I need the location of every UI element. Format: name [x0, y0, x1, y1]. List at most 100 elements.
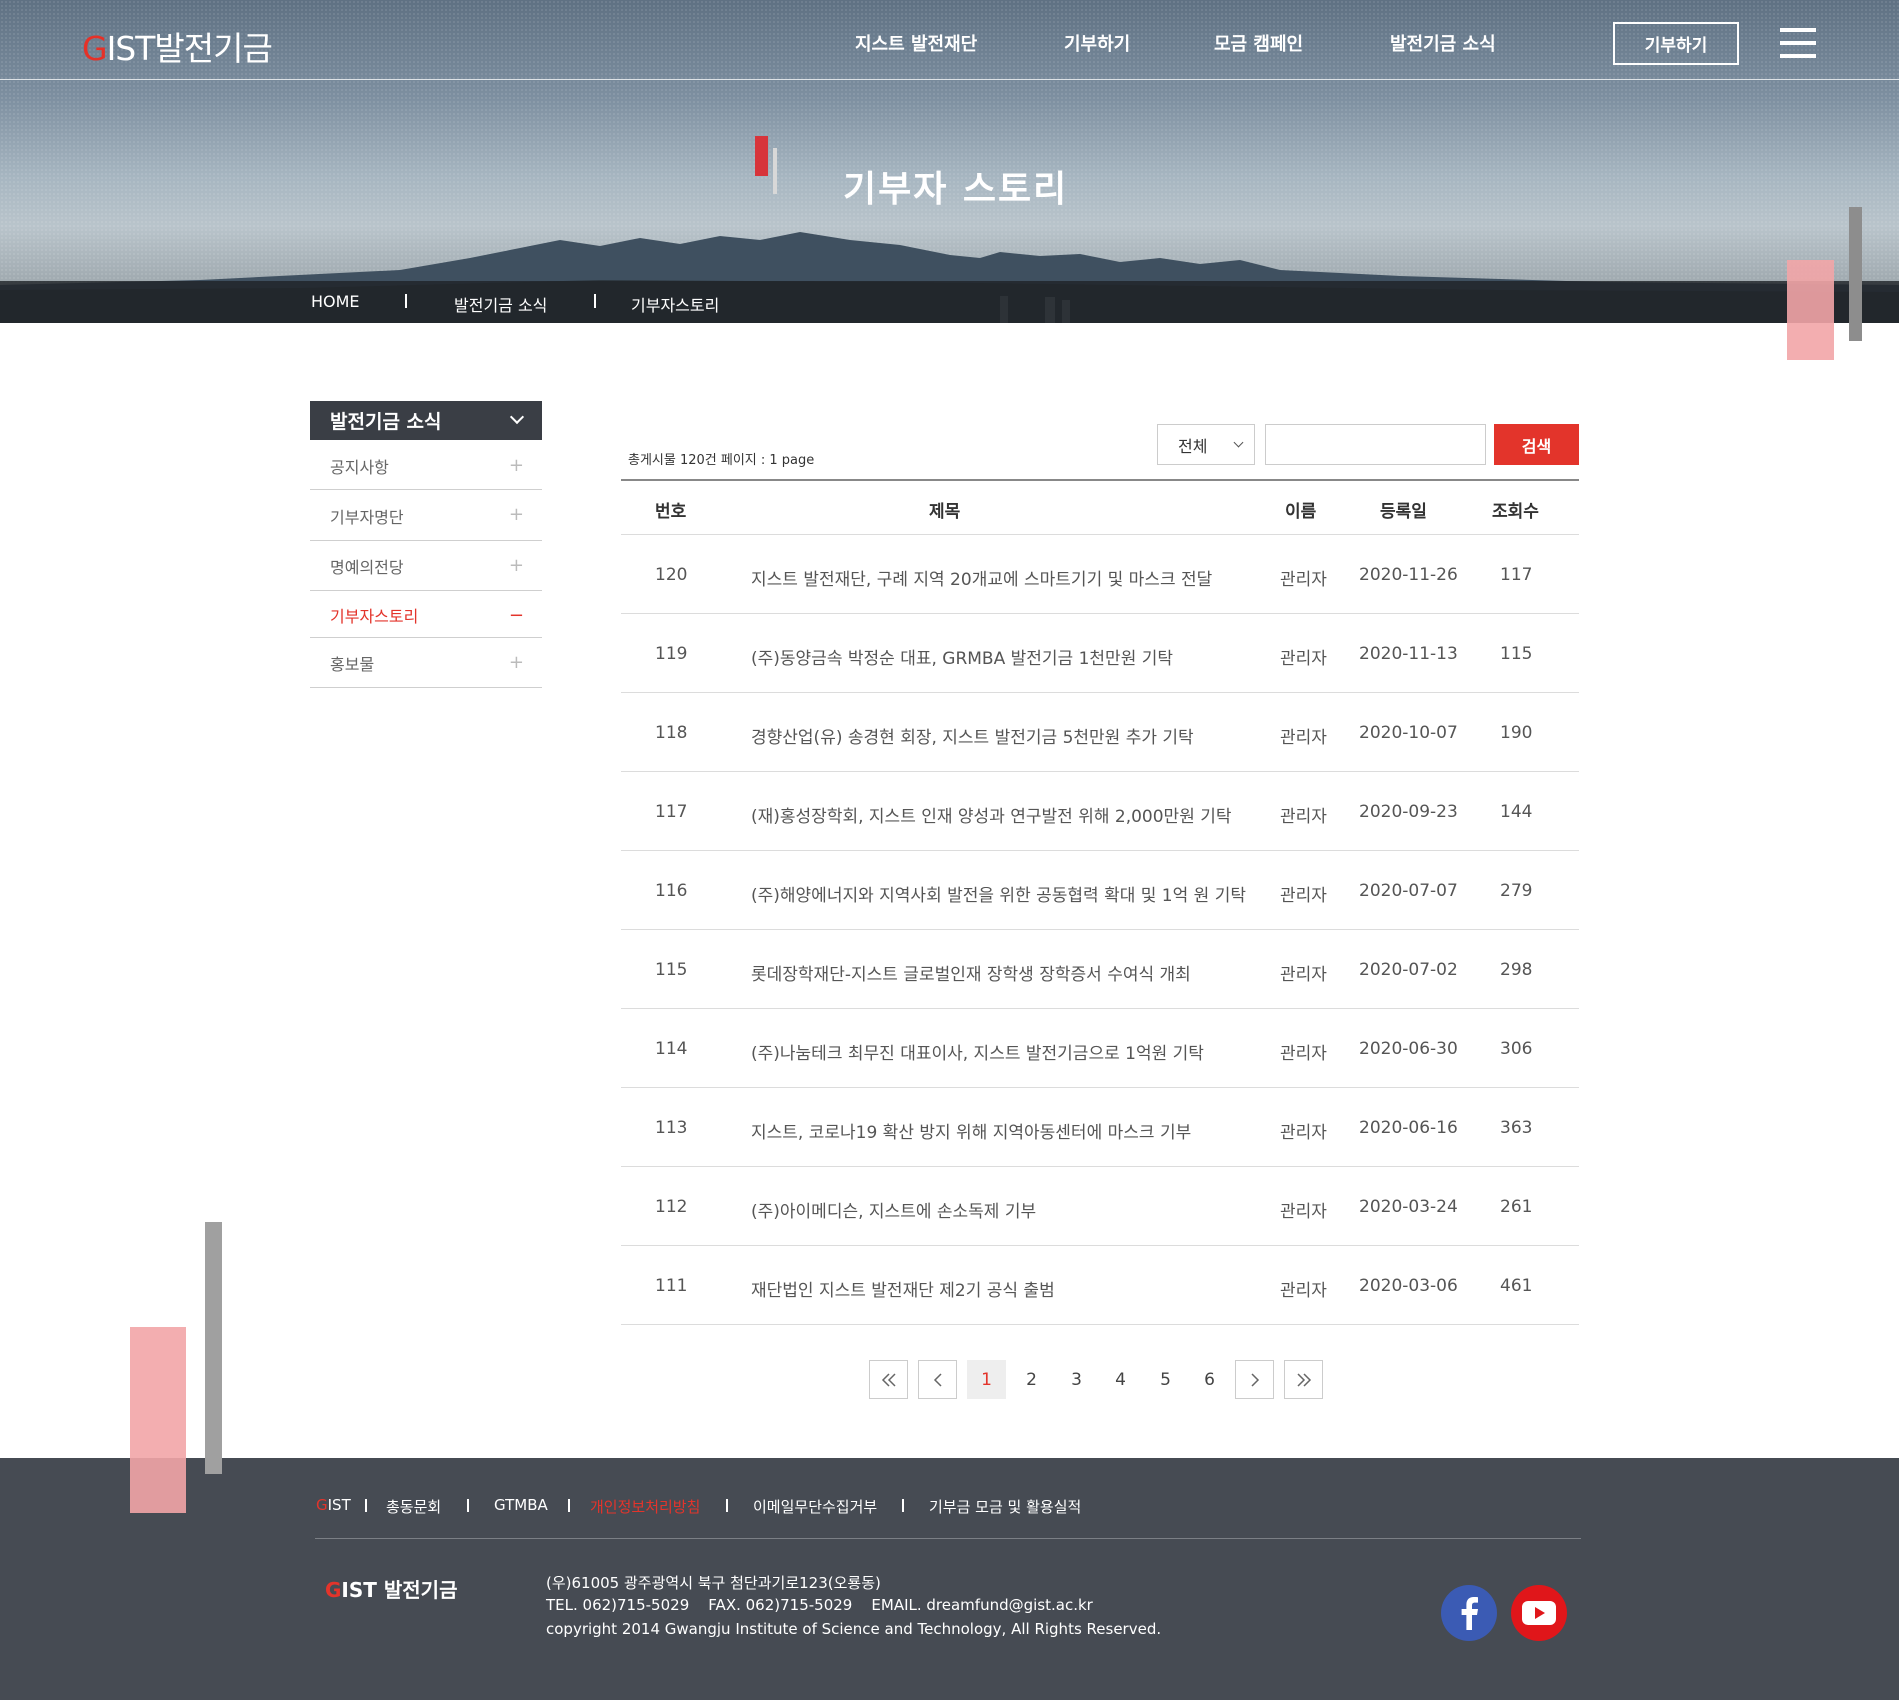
- row-views: 279: [1500, 881, 1533, 901]
- sidebar-item-promotion[interactable]: 홍보물 +: [310, 639, 542, 688]
- page-number[interactable]: 4: [1101, 1360, 1140, 1399]
- row-author: 관리자: [1280, 1123, 1327, 1143]
- row-author: 관리자: [1280, 807, 1327, 827]
- table-row[interactable]: 117 (재)홍성장학회, 지스트 인재 양성과 연구발전 위해 2,000만원…: [621, 772, 1579, 851]
- row-author: 관리자: [1280, 1044, 1327, 1064]
- menu-icon[interactable]: [1780, 28, 1816, 58]
- nav-news[interactable]: 발전기금 소식: [1390, 30, 1496, 56]
- search-filter-select[interactable]: 전체: [1157, 424, 1255, 465]
- footer-logo: GIST 발전기금: [325, 1578, 458, 1602]
- column-header-date: 등록일: [1380, 502, 1427, 522]
- search-button[interactable]: 검색: [1494, 424, 1579, 465]
- breadcrumb-separator: [594, 294, 596, 308]
- row-title-link[interactable]: 경향산업(유) 송경현 회장, 지스트 발전기금 5천만원 추가 기탁: [751, 723, 1194, 748]
- table-header: [621, 481, 1579, 535]
- row-title-link[interactable]: 롯데장학재단-지스트 글로벌인재 장학생 장학증서 수여식 개최: [751, 960, 1191, 985]
- sidebar-item-label: 공지사항: [330, 457, 389, 477]
- column-header-views: 조회수: [1492, 502, 1539, 522]
- row-date: 2020-07-02: [1359, 960, 1458, 980]
- plus-icon: +: [508, 652, 524, 673]
- row-author: 관리자: [1280, 570, 1327, 590]
- row-date: 2020-06-16: [1359, 1118, 1458, 1138]
- footer-separator: [902, 1499, 904, 1512]
- footer-link-gtmba[interactable]: GTMBA: [494, 1496, 548, 1514]
- table-row[interactable]: 120 지스트 발전재단, 구례 지역 20개교에 스마트기기 및 마스크 전달…: [621, 535, 1579, 614]
- sidebar-item-hall-of-fame[interactable]: 명예의전당 +: [310, 542, 542, 591]
- breadcrumb-news[interactable]: 발전기금 소식: [454, 292, 547, 316]
- footer-divider: [315, 1538, 1581, 1539]
- table-row[interactable]: 116 (주)해양에너지와 지역사회 발전을 위한 공동협력 확대 및 1억 원…: [621, 851, 1579, 930]
- deco-block-pink: [1787, 260, 1834, 360]
- table-row[interactable]: 119 (주)동양금속 박정순 대표, GRMBA 발전기금 1천만원 기탁 관…: [621, 614, 1579, 693]
- table-row[interactable]: 114 (주)나눔테크 최무진 대표이사, 지스트 발전기금으로 1억원 기탁 …: [621, 1009, 1579, 1088]
- footer-separator: [467, 1499, 469, 1512]
- page-number-current[interactable]: 1: [967, 1360, 1006, 1399]
- chevron-down-icon: [509, 409, 525, 425]
- sidebar-item-donor-list[interactable]: 기부자명단 +: [310, 491, 542, 541]
- footer-link-email-refusal[interactable]: 이메일무단수집거부: [753, 1496, 877, 1517]
- table-row[interactable]: 112 (주)아이메디슨, 지스트에 손소독제 기부 관리자 2020-03-2…: [621, 1167, 1579, 1246]
- footer-link-alumni[interactable]: 총동문회: [386, 1496, 441, 1517]
- row-date: 2020-11-26: [1359, 565, 1458, 585]
- sidebar-item-donor-story[interactable]: 기부자스토리 −: [310, 592, 542, 638]
- table-row[interactable]: 113 지스트, 코로나19 확산 방지 위해 지역아동센터에 마스크 기부 관…: [621, 1088, 1579, 1167]
- breadcrumb: [0, 281, 1899, 323]
- row-author: 관리자: [1280, 649, 1327, 669]
- hero-banner: GIST발전기금 지스트 발전재단 기부하기 모금 캠페인 발전기금 소식 기부…: [0, 0, 1899, 323]
- row-date: 2020-10-07: [1359, 723, 1458, 743]
- row-views: 117: [1500, 565, 1533, 585]
- row-author: 관리자: [1280, 965, 1327, 985]
- next-page-icon[interactable]: [1235, 1360, 1274, 1399]
- sidebar-header[interactable]: 발전기금 소식: [310, 401, 542, 440]
- row-date: 2020-07-07: [1359, 881, 1458, 901]
- donate-button[interactable]: 기부하기: [1613, 22, 1739, 65]
- prev-page-icon[interactable]: [918, 1360, 957, 1399]
- breadcrumb-current[interactable]: 기부자스토리: [631, 292, 719, 316]
- row-views: 461: [1500, 1276, 1533, 1296]
- row-title-link[interactable]: (주)아이메디슨, 지스트에 손소독제 기부: [751, 1197, 1036, 1222]
- sidebar-item-notice[interactable]: 공지사항 +: [310, 442, 542, 490]
- page-number[interactable]: 6: [1190, 1360, 1229, 1399]
- chevron-down-icon: [1233, 437, 1244, 448]
- row-author: 관리자: [1280, 1202, 1327, 1222]
- row-title-link[interactable]: 재단법인 지스트 발전재단 제2기 공식 출범: [751, 1276, 1055, 1301]
- row-number: 120: [655, 565, 688, 585]
- table-row[interactable]: 118 경향산업(유) 송경현 회장, 지스트 발전기금 5천만원 추가 기탁 …: [621, 693, 1579, 772]
- site-logo[interactable]: GIST발전기금: [82, 22, 273, 70]
- footer-link-fund-results[interactable]: 기부금 모금 및 활용실적: [929, 1496, 1081, 1517]
- last-page-icon[interactable]: [1284, 1360, 1323, 1399]
- first-page-icon[interactable]: [869, 1360, 908, 1399]
- row-title-link[interactable]: (주)해양에너지와 지역사회 발전을 위한 공동협력 확대 및 1억 원 기탁: [751, 881, 1246, 906]
- nav-foundation[interactable]: 지스트 발전재단: [855, 30, 977, 56]
- row-views: 261: [1500, 1197, 1533, 1217]
- footer-link-gist[interactable]: GIST: [316, 1496, 351, 1514]
- page-number[interactable]: 2: [1012, 1360, 1051, 1399]
- youtube-icon[interactable]: [1511, 1585, 1567, 1641]
- row-title-link[interactable]: 지스트, 코로나19 확산 방지 위해 지역아동센터에 마스크 기부: [751, 1118, 1191, 1143]
- page-number[interactable]: 5: [1146, 1360, 1185, 1399]
- footer-contact: TEL. 062)715-5029 FAX. 062)715-5029 EMAI…: [546, 1596, 1093, 1614]
- breadcrumb-separator: [405, 294, 407, 308]
- sidebar-item-label: 홍보물: [330, 655, 375, 674]
- row-date: 2020-11-13: [1359, 644, 1458, 664]
- nav-donate[interactable]: 기부하기: [1064, 30, 1130, 56]
- sidebar-item-label: 기부자명단: [330, 507, 404, 527]
- row-title-link[interactable]: (재)홍성장학회, 지스트 인재 양성과 연구발전 위해 2,000만원 기탁: [751, 802, 1232, 827]
- minus-icon: −: [508, 605, 524, 626]
- table-row[interactable]: 111 재단법인 지스트 발전재단 제2기 공식 출범 관리자 2020-03-…: [621, 1246, 1579, 1325]
- row-views: 144: [1500, 802, 1533, 822]
- footer-link-privacy[interactable]: 개인정보처리방침: [590, 1496, 700, 1517]
- page-number[interactable]: 3: [1057, 1360, 1096, 1399]
- nav-campaign[interactable]: 모금 캠페인: [1214, 30, 1303, 56]
- row-title-link[interactable]: 지스트 발전재단, 구례 지역 20개교에 스마트기기 및 마스크 전달: [751, 565, 1212, 590]
- row-author: 관리자: [1280, 728, 1327, 748]
- row-title-link[interactable]: (주)나눔테크 최무진 대표이사, 지스트 발전기금으로 1억원 기탁: [751, 1039, 1204, 1064]
- table-row[interactable]: 115 롯데장학재단-지스트 글로벌인재 장학생 장학증서 수여식 개최 관리자…: [621, 930, 1579, 1009]
- footer-separator: [365, 1499, 367, 1512]
- row-title-link[interactable]: (주)동양금속 박정순 대표, GRMBA 발전기금 1천만원 기탁: [751, 644, 1173, 669]
- column-header-title: 제목: [929, 502, 961, 522]
- column-header-number: 번호: [655, 502, 687, 522]
- breadcrumb-home[interactable]: HOME: [311, 292, 360, 311]
- search-input[interactable]: [1265, 424, 1486, 465]
- facebook-icon[interactable]: [1441, 1585, 1497, 1641]
